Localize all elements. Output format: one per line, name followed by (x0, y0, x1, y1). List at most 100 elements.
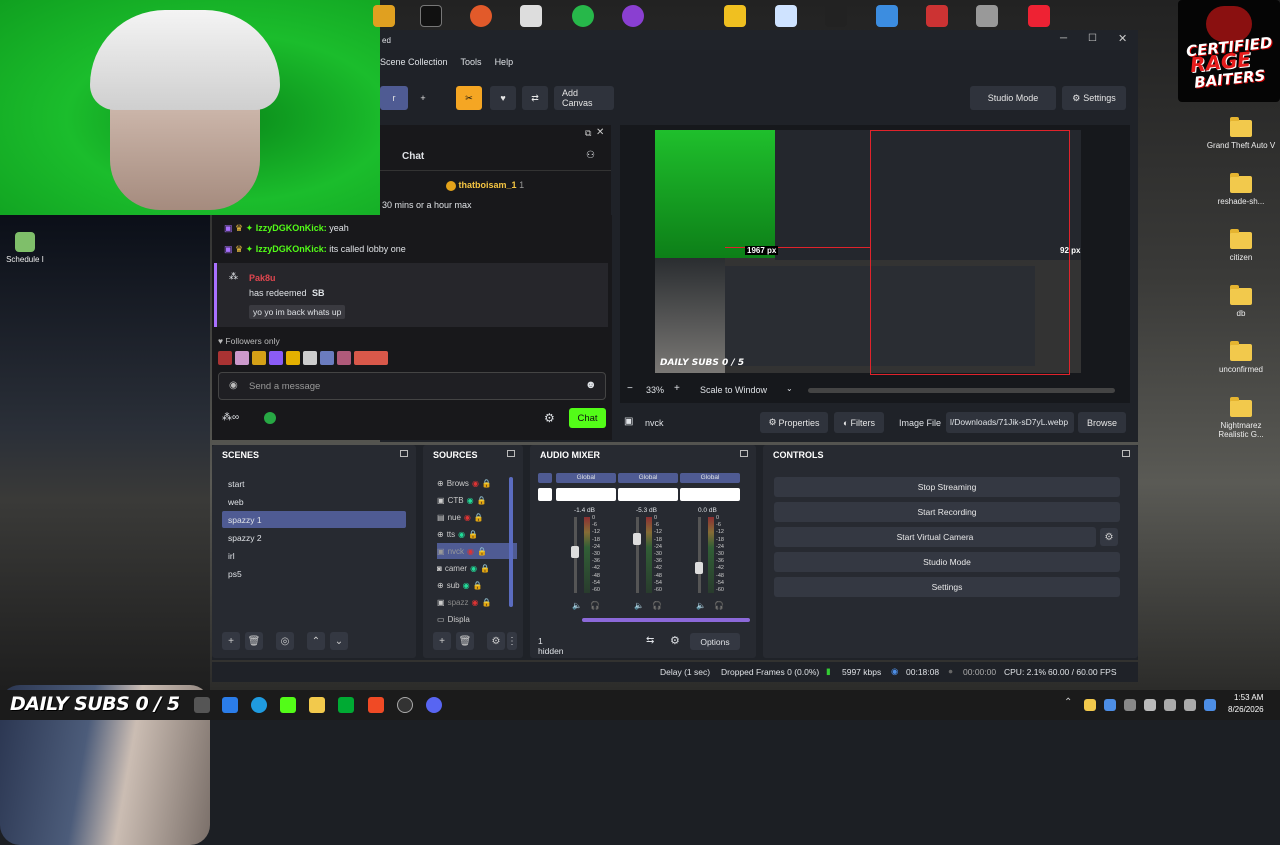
emote-icon[interactable] (303, 351, 317, 365)
desktop-app-icon[interactable] (825, 5, 847, 27)
scene-item[interactable]: web (222, 493, 406, 510)
network-icon[interactable] (1164, 699, 1176, 711)
lock-icon[interactable]: 🔒 (473, 581, 483, 590)
volume-slider-knob[interactable] (633, 533, 641, 545)
move-up-icon[interactable]: ⌃ (307, 632, 325, 650)
points-icon[interactable]: ⁂∞ (222, 412, 239, 423)
chat-input[interactable]: ◉ Send a message ☻ (218, 372, 606, 400)
source-item[interactable]: ▣ CTB ◉ 🔒 (437, 492, 517, 508)
desktop-app-icon[interactable] (1028, 5, 1050, 27)
tray-icon[interactable] (1084, 699, 1096, 711)
chat-username[interactable]: thatboisam_1 (459, 180, 517, 190)
gear-icon[interactable]: ⚙ (670, 634, 680, 647)
desktop-app-icon[interactable] (420, 5, 442, 27)
mixer-menu-icon[interactable]: ⇆ (646, 635, 654, 646)
eye-hidden-icon[interactable]: ◉ (464, 513, 471, 522)
source-item[interactable]: ▤ nue ◉ 🔒 (437, 509, 517, 525)
kick-icon[interactable] (280, 697, 296, 713)
lock-icon[interactable]: 🔒 (481, 598, 491, 607)
mute-icon[interactable]: 🔈 (634, 601, 644, 610)
heart-icon[interactable]: ♥ (490, 86, 516, 110)
zoom-in-icon[interactable]: + (674, 383, 680, 394)
emote-icon[interactable] (354, 351, 388, 365)
desktop-app-icon[interactable] (724, 5, 746, 27)
audio-tab[interactable] (538, 488, 552, 501)
desktop-app-icon[interactable] (622, 5, 644, 27)
emote-icon[interactable] (337, 351, 351, 365)
scene-item[interactable]: spazzy 2 (222, 529, 406, 546)
eye-hidden-icon[interactable]: ◉ (467, 547, 474, 556)
eye-hidden-icon[interactable]: ◉ (472, 479, 479, 488)
properties-button[interactable]: ⚙ Properties (760, 412, 828, 433)
move-down-icon[interactable]: ⌄ (330, 632, 348, 650)
lock-icon[interactable]: 🔒 (480, 564, 490, 573)
emoji-icon[interactable]: ☻ (585, 379, 597, 391)
chevron-up-icon[interactable]: ⌃ (1064, 697, 1072, 708)
source-item[interactable]: ▣ spazz ◉ 🔒 (437, 594, 517, 610)
emote-icon[interactable] (252, 351, 266, 365)
menu-help[interactable]: Help (495, 57, 514, 75)
filters-button[interactable]: ◐ Filters (834, 412, 884, 433)
add-canvas-button[interactable]: Add Canvas (554, 86, 614, 110)
scene-item[interactable]: ps5 (222, 565, 406, 582)
chevron-down-icon[interactable]: ⌄ (786, 384, 793, 393)
clock-date[interactable]: 8/26/2026 (1228, 705, 1264, 714)
source-item[interactable]: ⊕ tts ◉ 🔒 (437, 526, 517, 542)
close-icon[interactable]: ✕ (1118, 32, 1127, 45)
add-button[interactable]: + (412, 86, 434, 110)
canvas-selector-button[interactable]: r (380, 86, 408, 110)
mute-icon[interactable]: 🔈 (696, 601, 706, 610)
dock-close-icon[interactable]: ✕ (596, 127, 604, 138)
emote-icon[interactable] (286, 351, 300, 365)
lock-icon[interactable]: 🔒 (477, 547, 487, 556)
tray-icon[interactable] (1204, 699, 1216, 711)
menu-scene-collection[interactable]: Scene Collection (380, 57, 448, 75)
tray-icon[interactable] (1124, 699, 1136, 711)
settings-button[interactable]: Settings (774, 577, 1120, 597)
chat-username[interactable]: IzzyDGKOnKick: (256, 244, 327, 254)
desktop-app-icon[interactable] (572, 5, 594, 27)
source-item[interactable]: ⊕ sub ◉ 🔒 (437, 577, 517, 593)
maximize-icon[interactable]: ☐ (1088, 33, 1097, 44)
emote-icon[interactable] (235, 351, 249, 365)
emote-icon[interactable] (218, 351, 232, 365)
preview-scrollbar[interactable] (808, 388, 1115, 393)
popout-icon[interactable] (400, 450, 408, 457)
desktop-icon-unconfirmed[interactable]: unconfirmed (1206, 341, 1276, 374)
users-icon[interactable]: ⚇ (586, 150, 595, 161)
minimize-icon[interactable]: ─ (1060, 33, 1067, 44)
headphones-icon[interactable]: 🎧 (590, 601, 600, 610)
clock-time[interactable]: 1:53 AM (1234, 693, 1263, 702)
discord-icon[interactable] (426, 697, 442, 713)
volume-slider-knob[interactable] (695, 561, 703, 574)
chat-settings-icon[interactable]: ⚙ (544, 411, 555, 425)
redeem-user[interactable]: Pak8u (249, 273, 276, 283)
tools-icon[interactable]: ✂ (456, 86, 482, 110)
kick-icon[interactable] (264, 412, 276, 424)
channel-tag[interactable]: Global (618, 473, 678, 483)
desktop-icon-reshade[interactable]: reshade-sh... (1206, 173, 1276, 206)
options-button[interactable]: Options (690, 633, 740, 650)
desktop-icon-gta[interactable]: Grand Theft Auto V (1206, 117, 1276, 150)
desktop-app-icon[interactable] (520, 5, 542, 27)
eye-icon[interactable]: ◉ (458, 530, 465, 539)
lock-icon[interactable]: 🔒 (477, 496, 487, 505)
hidden-count[interactable]: 1 hidden (536, 634, 570, 656)
volume-icon[interactable] (1184, 699, 1196, 711)
scene-item-selected[interactable]: spazzy 1 (222, 511, 406, 528)
desktop-app-icon[interactable] (470, 5, 492, 27)
app-icon[interactable] (222, 697, 238, 713)
source-item-selected[interactable]: ▣ nvck ◉ 🔒 (437, 543, 517, 559)
task-view-icon[interactable] (194, 697, 210, 713)
menu-tools[interactable]: Tools (461, 57, 482, 75)
popout-icon[interactable] (740, 450, 748, 457)
microphone-icon[interactable] (1144, 699, 1156, 711)
add-source-icon[interactable]: + (433, 632, 451, 650)
virtual-camera-settings-icon[interactable]: ⚙ (1100, 528, 1118, 546)
lock-icon[interactable]: 🔒 (468, 530, 478, 539)
desktop-icon-nightmarez[interactable]: Nightmarez Realistic G... (1206, 397, 1276, 439)
volume-slider-track[interactable] (698, 517, 701, 593)
desktop-app-icon[interactable] (876, 5, 898, 27)
volume-slider-track[interactable] (636, 517, 639, 593)
obs-icon[interactable] (397, 697, 413, 713)
